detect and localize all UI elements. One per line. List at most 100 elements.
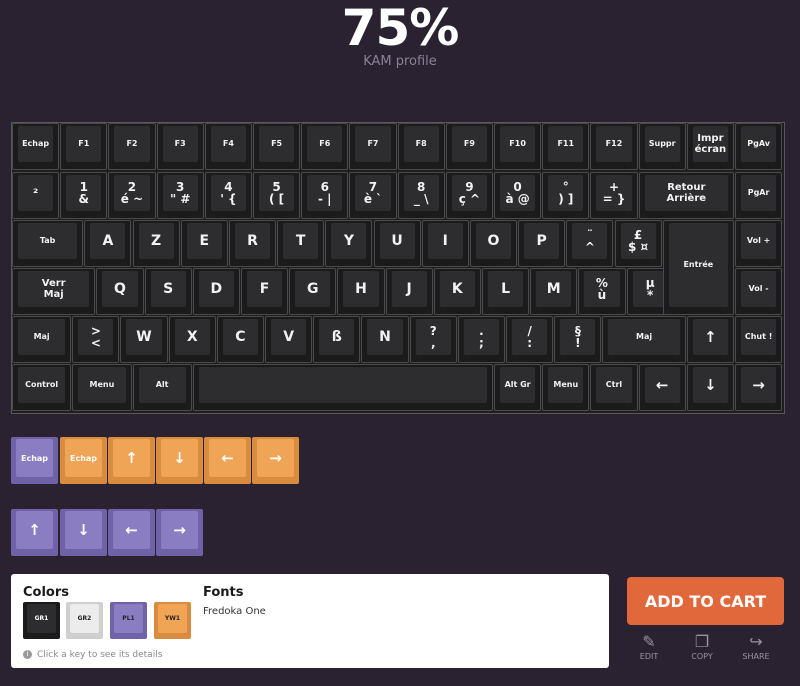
swatch-yw1[interactable]: YW1 [154, 602, 191, 639]
key-row1-2[interactable]: F2 [108, 123, 156, 170]
add-to-cart-button[interactable]: ADD TO CART [627, 577, 784, 625]
swatch-gr2[interactable]: GR2 [66, 602, 103, 639]
key-row1-13[interactable]: Suppr [638, 123, 686, 170]
extra-key-left-purple[interactable]: ← [108, 509, 155, 556]
key-impr-ecran[interactable]: Impr écran [686, 123, 734, 170]
key-row2-9[interactable]: 9ç ^ [445, 172, 493, 219]
key-vol-up[interactable]: Vol + [735, 220, 783, 267]
key-row1-9[interactable]: F9 [445, 123, 493, 170]
key-row3-9[interactable]: P [518, 220, 566, 267]
key-enter[interactable]: Entrée [662, 220, 734, 315]
key-row3-0[interactable]: A [84, 220, 132, 267]
key-row4-7[interactable]: K [433, 268, 481, 315]
extra-key-right-purple[interactable]: → [156, 509, 203, 556]
key-row3b-1[interactable]: £ $ ¤ [614, 220, 662, 267]
key-row5-2[interactable]: C [216, 316, 265, 363]
share-button[interactable]: ↪ SHARE [736, 632, 776, 661]
key-row1-3[interactable]: F3 [156, 123, 204, 170]
swatch-pl1[interactable]: PL1 [110, 602, 147, 639]
key-pgav[interactable]: PgAv [735, 123, 783, 170]
key-row3b-0[interactable]: ¨ ^ [566, 220, 614, 267]
extra-key-right-orange[interactable]: → [252, 437, 299, 484]
key-row4-1[interactable]: S [144, 268, 192, 315]
key-row2-8[interactable]: 8 _ \ [397, 172, 445, 219]
key-menu-right[interactable]: Menu [542, 364, 590, 411]
key-row5-3[interactable]: V [265, 316, 313, 363]
extra-key-echap-orange[interactable]: Echap [60, 437, 107, 484]
extra-key-left-orange[interactable]: ← [204, 437, 251, 484]
key-row1-11[interactable]: F11 [542, 123, 590, 170]
key-row2-10[interactable]: 0à @ [494, 172, 542, 219]
copy-button[interactable]: ❐ COPY [682, 632, 722, 661]
key-row3-8[interactable]: O [469, 220, 518, 267]
key-row2-5[interactable]: 5( [ [253, 172, 301, 219]
key-row2-2[interactable]: 2é ~ [108, 172, 156, 219]
key-row5-1[interactable]: X [168, 316, 216, 363]
key-menu-left[interactable]: Menu [72, 364, 132, 411]
key-row4-8[interactable]: L [481, 268, 530, 315]
key-row2-4[interactable]: 4 ' { [204, 172, 252, 219]
key-row5-5[interactable]: N [361, 316, 409, 363]
key-row4-2[interactable]: D [192, 268, 240, 315]
key-row1-10[interactable]: F10 [494, 123, 542, 170]
key-row4-0[interactable]: Q [96, 268, 144, 315]
key-pgar[interactable]: PgAr [735, 172, 783, 219]
key-row2-1[interactable]: 1 & [60, 172, 108, 219]
key-row2-6[interactable]: 6- | [301, 172, 349, 219]
key-row5-4[interactable]: ß [313, 316, 361, 363]
key-row3-1[interactable]: Z [132, 220, 180, 267]
key-row1-1[interactable]: F1 [60, 123, 108, 170]
key-row4-3[interactable]: F [240, 268, 289, 315]
key-row3-3[interactable]: R [228, 220, 277, 267]
key-row1-5[interactable]: F5 [253, 123, 301, 170]
key-row3-6[interactable]: U [373, 220, 421, 267]
key-ctrl-right[interactable]: Ctrl [590, 364, 638, 411]
key-arrow-down[interactable]: ↓ [686, 364, 734, 411]
key-altgr[interactable]: Alt Gr [494, 364, 542, 411]
key-backspace[interactable]: Retour Arrière [638, 172, 734, 219]
key-row3-2[interactable]: E [180, 220, 228, 267]
key-arrow-left[interactable]: ← [638, 364, 686, 411]
key-alt[interactable]: Alt [132, 364, 192, 411]
key-row2-11[interactable]: °) ] [542, 172, 590, 219]
edit-button[interactable]: ✎ EDIT [629, 632, 669, 661]
key-row1-4[interactable]: F4 [204, 123, 252, 170]
key-row2-0[interactable]: ² [12, 172, 60, 219]
extra-key-up-orange[interactable]: ↑ [108, 437, 155, 484]
key-control[interactable]: Control [12, 364, 72, 411]
key-space[interactable] [192, 364, 493, 411]
key-row1-7[interactable]: F7 [349, 123, 397, 170]
key-mute[interactable]: Chut ! [735, 316, 783, 363]
swatch-gr1[interactable]: GR1 [23, 602, 60, 639]
key-row4-9[interactable]: M [530, 268, 578, 315]
key-arrow-up[interactable]: ↑ [686, 316, 734, 363]
key-row2-12[interactable]: + = } [590, 172, 638, 219]
key-row4-5[interactable]: H [337, 268, 385, 315]
key-row2-3[interactable]: 3 " # [156, 172, 204, 219]
key-row5b-1[interactable]: .; [457, 316, 506, 363]
key-vol-down[interactable]: Vol - [735, 268, 783, 315]
key-row3-5[interactable]: Y [325, 220, 373, 267]
key-row2-7[interactable]: 7è ` [349, 172, 397, 219]
extra-key-down-orange[interactable]: ↓ [156, 437, 203, 484]
key-row5b-3[interactable]: §! [554, 316, 602, 363]
extra-key-echap-purple[interactable]: Echap [11, 437, 58, 484]
key-row1-6[interactable]: F6 [301, 123, 349, 170]
key-row4b-0[interactable]: % ù [578, 268, 626, 315]
key-arrow-right[interactable]: → [735, 364, 783, 411]
key-shift-right[interactable]: Maj [602, 316, 686, 363]
key-iso[interactable]: > < [72, 316, 120, 363]
key-row1-0[interactable]: Echap [12, 123, 60, 170]
key-row4-4[interactable]: G [289, 268, 337, 315]
key-row5b-2[interactable]: /: [506, 316, 554, 363]
extra-key-up-purple[interactable]: ↑ [11, 509, 58, 556]
key-row1-12[interactable]: F12 [590, 123, 638, 170]
key-capslock[interactable]: Verr Maj [12, 268, 96, 315]
key-row1-8[interactable]: F8 [397, 123, 445, 170]
key-row5b-0[interactable]: ?, [409, 316, 457, 363]
key-row3-7[interactable]: I [421, 220, 469, 267]
key-row3-4[interactable]: T [277, 220, 325, 267]
key-tab[interactable]: Tab [12, 220, 84, 267]
key-shift-left[interactable]: Maj [12, 316, 72, 363]
extra-key-down-purple[interactable]: ↓ [60, 509, 107, 556]
